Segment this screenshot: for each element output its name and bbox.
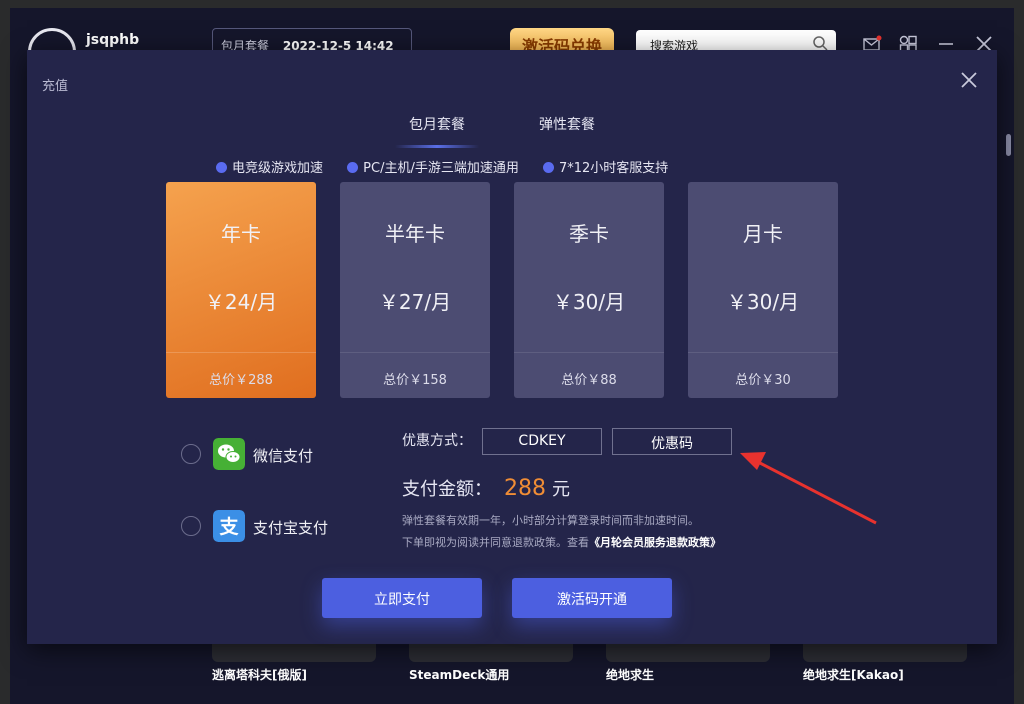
plan-card-monthly[interactable]: 月卡 ￥30/月 总价￥30	[688, 182, 838, 398]
payment-label: 微信支付	[253, 447, 314, 465]
payment-label: 支付宝支付	[253, 519, 329, 537]
divider	[340, 352, 490, 353]
game-name[interactable]: 绝地求生	[606, 666, 654, 683]
alipay-radio[interactable]	[181, 516, 201, 536]
app-name: jsqphb	[86, 32, 140, 48]
feature-text: PC/主机/手游三端加速通用	[363, 161, 519, 176]
tab-flexible-plan[interactable]: 弹性套餐	[539, 114, 595, 134]
plan-card-half-year[interactable]: 半年卡 ￥27/月 总价￥158	[340, 182, 490, 398]
amount-value: 288	[504, 476, 546, 501]
svg-text:支: 支	[218, 516, 239, 538]
activation-code-button[interactable]: 激活码开通	[512, 578, 672, 618]
amount-unit: 元	[552, 479, 570, 500]
bullet-dot-icon	[542, 162, 554, 173]
feature-text: 7*12小时客服支持	[558, 161, 669, 176]
plan-name: 季卡	[569, 222, 609, 246]
plan-price: ￥24/月	[204, 290, 278, 314]
game-name[interactable]: SteamDeck通用	[409, 666, 509, 683]
bullet-dot-icon	[216, 162, 227, 173]
cdkey-button[interactable]: CDKEY	[482, 428, 602, 455]
coupon-code-button[interactable]: 优惠码	[612, 428, 732, 455]
pay-now-button[interactable]: 立即支付	[322, 578, 482, 618]
feature-item: PC/主机/手游三端加速通用	[347, 157, 519, 176]
plan-name: 月卡	[743, 222, 783, 246]
payment-amount: 支付金额： 288 元	[402, 475, 570, 501]
plan-price: ￥30/月	[552, 290, 626, 314]
refund-note-text: 下单即视为阅读并同意退款政策。查看	[402, 536, 589, 549]
divider	[514, 352, 664, 353]
plan-name: 年卡	[221, 222, 261, 246]
discount-label: 优惠方式：	[402, 433, 472, 449]
plan-total: 总价￥288	[209, 373, 273, 388]
wechat-icon	[213, 438, 245, 470]
game-name[interactable]: 逃离塔科夫[俄版]	[212, 666, 307, 683]
scrollbar-thumb[interactable]	[1006, 134, 1011, 156]
dialog-title: 充值	[42, 79, 69, 94]
tab-monthly-plan[interactable]: 包月套餐	[385, 104, 489, 148]
plan-total: 总价￥158	[383, 373, 447, 388]
amount-label: 支付金额：	[402, 479, 492, 500]
divider	[166, 352, 316, 353]
feature-text: 电竞级游戏加速	[232, 161, 324, 176]
plan-price: ￥27/月	[378, 290, 452, 314]
refund-note: 下单即视为阅读并同意退款政策。查看《月轮会员服务退款政策》	[402, 534, 721, 550]
search-icon[interactable]	[812, 35, 828, 51]
bullet-dot-icon	[347, 162, 359, 173]
feature-list: 电竞级游戏加速 PC/主机/手游三端加速通用 7*12小时客服支持	[216, 157, 688, 176]
game-name[interactable]: 绝地求生[Kakao]	[803, 666, 904, 683]
alipay-icon: 支	[213, 510, 245, 542]
feature-item: 7*12小时客服支持	[542, 157, 669, 176]
feature-item: 电竞级游戏加速	[216, 157, 323, 176]
plan-card-yearly[interactable]: 年卡 ￥24/月 总价￥288	[166, 182, 316, 398]
plan-price: ￥30/月	[726, 290, 800, 314]
validity-note: 弹性套餐有效期一年，小时部分计算登录时间而非加速时间。	[402, 514, 699, 527]
recharge-dialog: 充值 包月套餐 弹性套餐 电竞级游戏加速 PC/主机/手游三端加速通用 7*12…	[27, 50, 997, 644]
plan-total: 总价￥30	[735, 373, 791, 388]
wechat-radio[interactable]	[181, 444, 201, 464]
plan-card-quarterly[interactable]: 季卡 ￥30/月 总价￥88	[514, 182, 664, 398]
divider	[688, 352, 838, 353]
close-icon[interactable]	[957, 68, 981, 92]
refund-policy-link[interactable]: 《月轮会员服务退款政策》	[589, 536, 721, 549]
plan-total: 总价￥88	[561, 373, 617, 388]
plan-name: 半年卡	[385, 222, 445, 246]
